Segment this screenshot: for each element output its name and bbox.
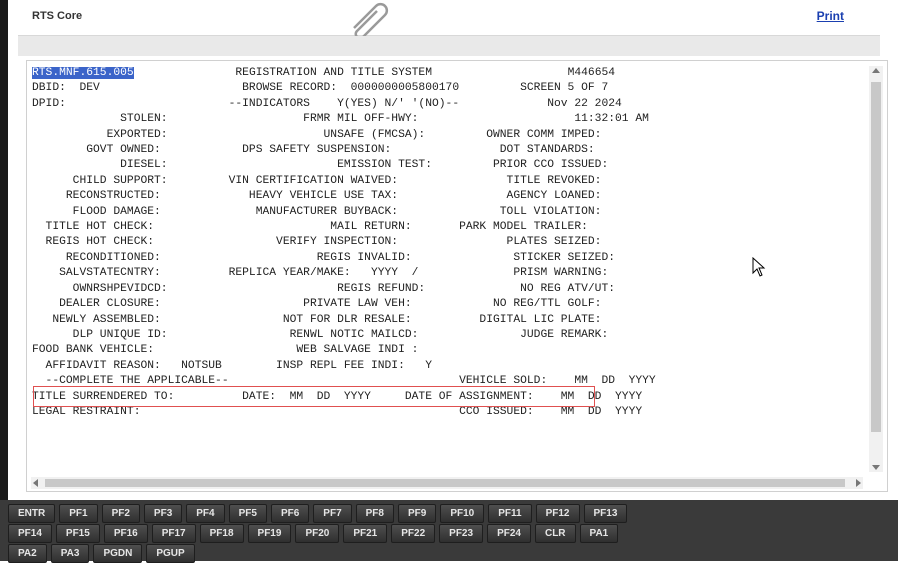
screen-line: DIESEL: EMISSION TEST: PRIOR CCO ISSUED:: [32, 159, 609, 172]
horizontal-scrollbar[interactable]: [31, 477, 863, 489]
key-pa2[interactable]: PA2: [8, 544, 47, 563]
function-key-row-2: PF14 PF15 PF16 PF17 PF18 PF19 PF20 PF21 PF22 PF23…: [8, 524, 619, 543]
key-pf18[interactable]: PF18: [199, 524, 244, 543]
screen-line: CHILD SUPPORT: VIN CERTIFICATION WAIVED:…: [32, 174, 602, 187]
horizontal-scroll-thumb[interactable]: [45, 479, 845, 487]
screen-line: EXPORTED: UNSAFE (FMCSA): OWNER COMM IMP…: [32, 128, 602, 141]
scroll-left-icon[interactable]: [33, 479, 38, 487]
paperclip-icon: [353, 2, 389, 38]
key-pf21[interactable]: PF21: [343, 524, 388, 543]
screen-line: RTS.MNF.615.005 REGISTRATION AND TITLE S…: [32, 67, 616, 79]
screen-line: FOOD BANK VEHICLE: WEB SALVAGE INDI :: [32, 344, 419, 357]
key-pf19[interactable]: PF19: [247, 524, 292, 543]
screen-line: NEWLY ASSEMBLED: NOT FOR DLR RESALE: DIG…: [32, 313, 602, 326]
key-pf8[interactable]: PF8: [355, 504, 394, 523]
function-key-bar: ENTR PF1 PF2 PF3 PF4 PF5 PF6 PF7 PF8 PF9 PF10 PF11 P…: [0, 500, 898, 563]
scroll-down-icon[interactable]: [872, 465, 880, 470]
key-pa1[interactable]: PA1: [579, 524, 619, 543]
key-pf22[interactable]: PF22: [391, 524, 436, 543]
key-pf17[interactable]: PF17: [151, 524, 196, 543]
key-pa3[interactable]: PA3: [50, 544, 90, 563]
key-pf4[interactable]: PF4: [186, 504, 225, 523]
vertical-scroll-thumb[interactable]: [871, 82, 881, 432]
window-left-edge: [0, 0, 8, 561]
screen-line: RECONSTRUCTED: HEAVY VEHICLE USE TAX: AG…: [32, 190, 602, 203]
toolbar-band: [18, 36, 880, 56]
key-pgdn[interactable]: PGDN: [93, 544, 143, 563]
mouse-cursor-icon: [752, 257, 766, 277]
screen-line: TITLE HOT CHECK: MAIL RETURN: PARK MODEL…: [32, 221, 588, 234]
key-clr[interactable]: CLR: [534, 524, 576, 543]
scroll-right-icon[interactable]: [856, 479, 861, 487]
key-pf23[interactable]: PF23: [439, 524, 484, 543]
scroll-up-icon[interactable]: [872, 68, 880, 73]
key-pf14[interactable]: PF14: [8, 524, 52, 543]
key-entr[interactable]: ENTR: [8, 504, 56, 523]
key-pf2[interactable]: PF2: [101, 504, 140, 523]
key-pf20[interactable]: PF20: [295, 524, 340, 543]
key-pf3[interactable]: PF3: [143, 504, 183, 523]
screen-line: DPID: --INDICATORS Y(YES) N/' '(NO)-- No…: [32, 97, 622, 110]
screen-line: SALVSTATECNTRY: REPLICA YEAR/MAKE: YYYY …: [32, 267, 609, 280]
key-pf7[interactable]: PF7: [313, 504, 352, 523]
function-key-row-3: PA2 PA3 PGDN PGUP: [8, 544, 195, 563]
key-pf1[interactable]: PF1: [59, 504, 98, 523]
key-pf6[interactable]: PF6: [270, 504, 310, 523]
key-pf11[interactable]: PF11: [488, 504, 532, 523]
screen-line: OWNRSHPEVIDCD: REGIS REFUND: NO REG ATV/…: [32, 282, 616, 295]
key-pf24[interactable]: PF24: [487, 524, 531, 543]
app-title: RTS Core: [32, 10, 83, 22]
screen-line: FLOOD DAMAGE: MANUFACTURER BUYBACK: TOLL…: [32, 205, 602, 218]
key-pf10[interactable]: PF10: [440, 504, 485, 523]
selected-screen-id[interactable]: RTS.MNF.615.005: [32, 67, 134, 79]
app-header: RTS Core Print: [18, 0, 880, 38]
terminal-screen[interactable]: RTS.MNF.615.005 REGISTRATION AND TITLE S…: [32, 66, 867, 476]
screen-line: DBID: DEV BROWSE RECORD: 000000000580017…: [32, 82, 609, 95]
screen-line: REGIS HOT CHECK: VERIFY INSPECTION: PLAT…: [32, 236, 602, 249]
terminal-panel[interactable]: RTS.MNF.615.005 REGISTRATION AND TITLE S…: [26, 60, 888, 492]
highlight-box: [33, 386, 595, 407]
print-link[interactable]: Print: [817, 9, 844, 23]
key-pf13[interactable]: PF13: [583, 504, 628, 523]
screen-line: RECONDITIONED: REGIS INVALID: STICKER SE…: [32, 251, 616, 264]
key-pf9[interactable]: PF9: [397, 504, 437, 523]
screen-line: GOVT OWNED: DPS SAFETY SUSPENSION: DOT S…: [32, 144, 595, 157]
vertical-scrollbar[interactable]: [869, 66, 883, 472]
screen-line: DEALER CLOSURE: PRIVATE LAW VEH: NO REG/…: [32, 298, 602, 311]
key-pf16[interactable]: PF16: [103, 524, 148, 543]
key-pf12[interactable]: PF12: [535, 504, 580, 523]
screen-text: RTS.MNF.615.005 REGISTRATION AND TITLE S…: [32, 66, 867, 420]
function-key-row-1: ENTR PF1 PF2 PF3 PF4 PF5 PF6 PF7 PF8 PF9 PF10 PF11 P…: [8, 504, 628, 523]
key-pf5[interactable]: PF5: [228, 504, 267, 523]
screen-line: STOLEN: FRMR MIL OFF-HWY: 11:32:01 AM: [32, 113, 649, 126]
key-pgup[interactable]: PGUP: [146, 544, 195, 563]
screen-line: LEGAL RESTRAINT: CCO ISSUED: MM DD YYYY: [32, 405, 643, 418]
screen-line: DLP UNIQUE ID: RENWL NOTIC MAILCD: JUDGE…: [32, 328, 609, 341]
key-pf15[interactable]: PF15: [55, 524, 100, 543]
screen-line: AFFIDAVIT REASON: NOTSUB INSP REPL FEE I…: [32, 359, 432, 372]
